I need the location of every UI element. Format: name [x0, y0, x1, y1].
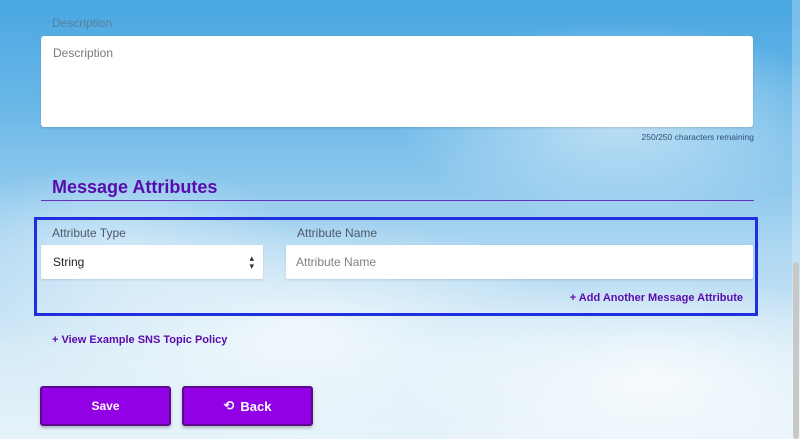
attribute-type-label: Attribute Type [52, 226, 126, 240]
char-counter: 250/250 characters remaining [641, 132, 754, 142]
attribute-type-select[interactable]: String ▴ ▾ [41, 245, 263, 279]
description-textarea[interactable]: Description [41, 36, 753, 127]
view-example-policy-link[interactable]: + View Example SNS Topic Policy [52, 334, 227, 346]
save-button-label: Save [91, 399, 120, 413]
attribute-name-placeholder: Attribute Name [296, 255, 377, 269]
undo-arrow-icon: ⟲ [223, 398, 235, 413]
attribute-name-input[interactable]: Attribute Name [286, 245, 753, 279]
description-label: Description [52, 16, 113, 30]
scrollbar[interactable] [792, 0, 800, 439]
back-button[interactable]: ⟲ Back [182, 386, 313, 426]
save-button[interactable]: Save [40, 386, 171, 426]
attribute-type-value: String [53, 255, 85, 269]
back-button-label: Back [240, 398, 272, 414]
scrollbar-thumb[interactable] [793, 262, 799, 439]
section-title: Message Attributes [52, 177, 218, 197]
section-divider [41, 200, 754, 201]
add-message-attribute-link[interactable]: + Add Another Message Attribute [570, 292, 743, 304]
updown-chevron-icon: ▴ ▾ [249, 253, 254, 271]
description-placeholder: Description [53, 46, 114, 60]
attribute-name-label: Attribute Name [297, 226, 378, 240]
